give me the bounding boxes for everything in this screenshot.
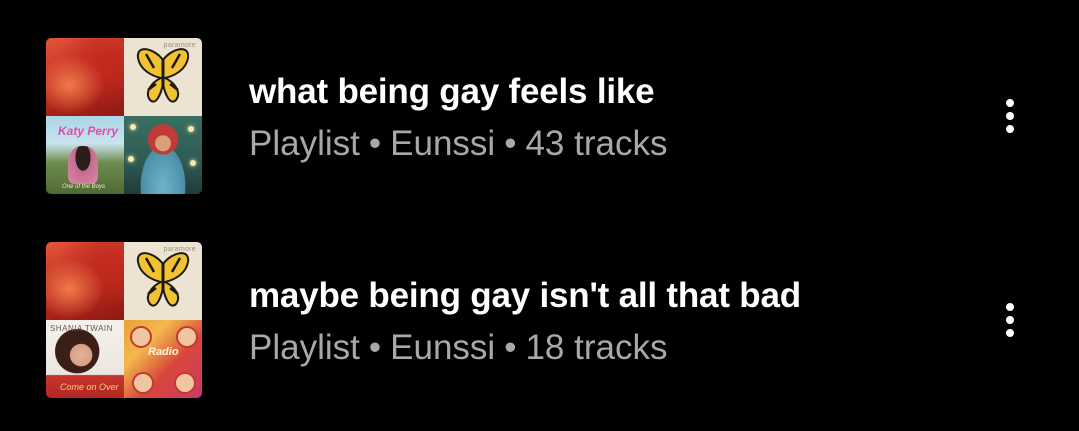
playlist-track-count: 18 tracks (525, 328, 668, 367)
light-bulb (128, 156, 134, 162)
album-cover-figure (68, 146, 98, 184)
album-cover-title: Radio (148, 346, 179, 358)
light-bulb (130, 124, 136, 130)
playlist-owner: Eunssi (390, 328, 496, 367)
separator: • (368, 328, 382, 367)
butterfly-icon (136, 48, 190, 103)
separator: • (368, 124, 382, 163)
album-cover-katy: Katy Perry One of the Boys (46, 116, 124, 194)
playlist-row[interactable]: paramore SHANIA TWAIN Come on Over Radio (0, 238, 1079, 408)
album-cover-face (132, 372, 154, 394)
more-vertical-icon (1006, 125, 1014, 133)
album-cover-butterfly: paramore (124, 242, 202, 320)
album-cover-caption: Come on Over (60, 382, 119, 392)
album-cover-marina (124, 116, 202, 194)
playlist-artwork: paramore Katy Perry One of the Boys (46, 38, 202, 194)
album-cover-shania: SHANIA TWAIN Come on Over (46, 320, 124, 398)
more-options-button[interactable] (994, 94, 1026, 138)
playlist-type: Playlist (249, 328, 360, 367)
light-bulb (188, 126, 194, 132)
separator: • (504, 124, 517, 163)
album-cover-butterfly: paramore (124, 38, 202, 116)
album-cover-logo: Katy Perry (58, 124, 119, 138)
album-cover-face (176, 326, 198, 348)
album-cover-red (46, 38, 124, 116)
more-vertical-icon (1006, 112, 1014, 120)
more-options-button[interactable] (994, 298, 1026, 342)
playlist-row[interactable]: paramore Katy Perry One of the Boys what… (0, 34, 1079, 204)
more-vertical-icon (1006, 316, 1014, 324)
playlist-artwork: paramore SHANIA TWAIN Come on Over Radio (46, 242, 202, 398)
playlist-owner: Eunssi (390, 124, 496, 163)
album-cover-face (130, 326, 152, 348)
album-cover-caption: One of the Boys (62, 184, 106, 190)
album-cover-face (174, 372, 196, 394)
playlist-list: paramore Katy Perry One of the Boys what… (0, 0, 1079, 431)
playlist-subtitle: Playlist • Eunssi • 18 tracks (249, 328, 667, 368)
playlist-subtitle: Playlist • Eunssi • 43 tracks (249, 124, 667, 164)
album-cover-red (46, 242, 124, 320)
playlist-track-count: 43 tracks (525, 124, 668, 163)
playlist-title: what being gay feels like (249, 72, 655, 111)
playlist-type: Playlist (249, 124, 360, 163)
more-vertical-icon (1006, 99, 1014, 107)
light-bulb (190, 160, 196, 166)
more-vertical-icon (1006, 329, 1014, 337)
more-vertical-icon (1006, 303, 1014, 311)
playlist-title: maybe being gay isn't all that bad (249, 276, 801, 315)
album-cover-artist: SHANIA TWAIN (50, 324, 113, 333)
separator: • (504, 328, 517, 367)
butterfly-icon (136, 252, 190, 307)
album-cover-radio: Radio (124, 320, 202, 398)
